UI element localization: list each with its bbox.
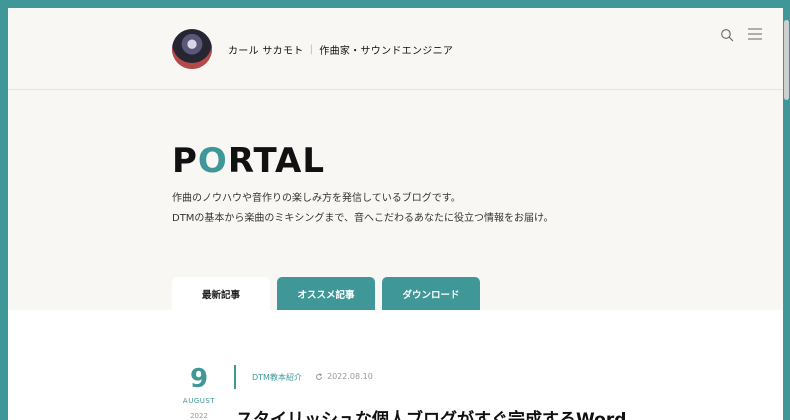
logo-text-end: RTAL [227, 141, 326, 181]
post-updated: 2022.08.10 [315, 372, 373, 381]
logo-accent-letter: O [197, 141, 228, 181]
post-divider [234, 365, 236, 389]
scrollbar-thumb[interactable] [784, 20, 789, 100]
window-frame [0, 0, 790, 8]
description-line-1: 作曲のノウハウや音作りの楽しみ方を発信しているブログです。 [172, 193, 461, 204]
refresh-icon [316, 372, 323, 380]
author-name: カール サカモト [228, 46, 304, 57]
author-role: 作曲家・サウンドエンジニア [319, 46, 454, 57]
post-updated-date: 2022.08.10 [327, 372, 373, 381]
search-icon[interactable] [720, 28, 734, 42]
post-tabs: 最新記事 オススメ記事 ダウンロード [172, 277, 480, 311]
post-title[interactable]: スタイリッシュな個人ブログがすぐ完成するWord [236, 405, 626, 420]
description-line-2: DTMの基本から楽曲のミキシングまで、音へこだわるあなたに役立つ情報をお届け。 [172, 213, 554, 224]
site-header: カール サカモト | 作曲家・サウンドエンジニア [8, 8, 783, 90]
post-category[interactable]: DTM教本紹介 [252, 372, 302, 383]
page: カール サカモト | 作曲家・サウンドエンジニア PORTAL 作曲のノウハウや… [8, 8, 783, 420]
site-title[interactable]: カール サカモト | 作曲家・サウンドエンジニア [228, 42, 453, 57]
avatar[interactable] [172, 29, 212, 69]
tab-recommended[interactable]: オススメ記事 [277, 277, 375, 310]
title-separator: | [309, 44, 314, 55]
post-list [8, 310, 783, 420]
portal-logo: PORTAL [172, 144, 325, 178]
post-date-day: 9 [189, 364, 209, 394]
site-description: 作曲のノウハウや音作りの楽しみ方を発信しているブログです。 DTMの基本から楽曲… [172, 189, 554, 229]
tab-latest[interactable]: 最新記事 [172, 277, 270, 311]
hamburger-menu-icon[interactable] [748, 28, 762, 40]
logo-text-start: P [172, 141, 198, 181]
tab-download[interactable]: ダウンロード [382, 277, 480, 310]
scrollbar[interactable] [783, 8, 790, 420]
post-date-year: 2022 [190, 412, 208, 420]
post-date-month: AUGUST [182, 397, 216, 405]
